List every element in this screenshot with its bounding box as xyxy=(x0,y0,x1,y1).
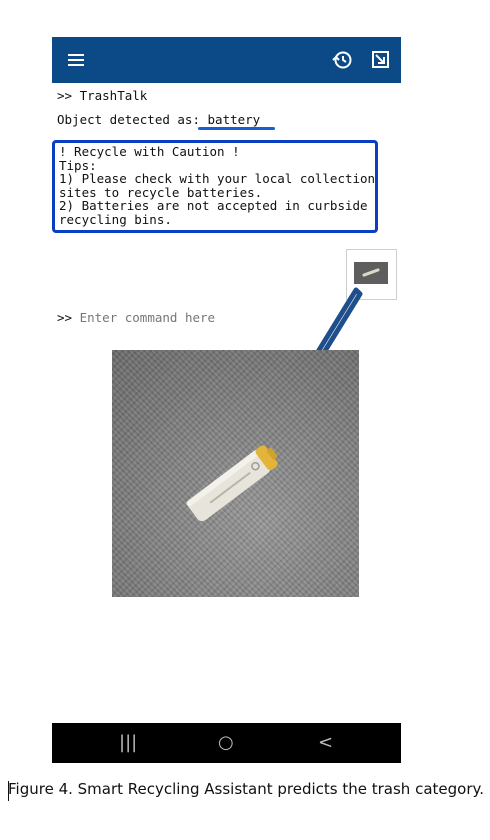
detected-object-line: Object detected as: battery xyxy=(57,112,261,127)
command-input[interactable]: >> Enter command here xyxy=(57,310,215,325)
recycling-tips-text: ! Recycle with Caution ! Tips: 1) Please… xyxy=(59,144,376,227)
system-navigation-bar: ||| ○ < xyxy=(52,723,401,763)
battery-thumbnail-image xyxy=(354,262,388,284)
command-prompt-symbol: >> xyxy=(57,310,73,325)
captured-battery-photo xyxy=(112,350,359,597)
figure-caption: Figure 4. Smart Recycling Assistant pred… xyxy=(8,780,484,798)
battery-image xyxy=(186,445,278,522)
back-button[interactable]: < xyxy=(318,732,333,753)
hamburger-menu-icon[interactable] xyxy=(65,47,91,73)
recycling-tips-box: ! Recycle with Caution ! Tips: 1) Please… xyxy=(52,140,378,233)
terminal-header-line: >> TrashTalk xyxy=(57,88,148,103)
recents-button[interactable]: ||| xyxy=(119,732,137,753)
history-icon[interactable] xyxy=(329,47,355,73)
app-bar xyxy=(52,37,401,83)
open-external-icon[interactable] xyxy=(368,47,394,73)
command-placeholder: Enter command here xyxy=(79,310,216,325)
home-button[interactable]: ○ xyxy=(218,732,234,753)
detection-highlight-underline xyxy=(198,127,275,130)
